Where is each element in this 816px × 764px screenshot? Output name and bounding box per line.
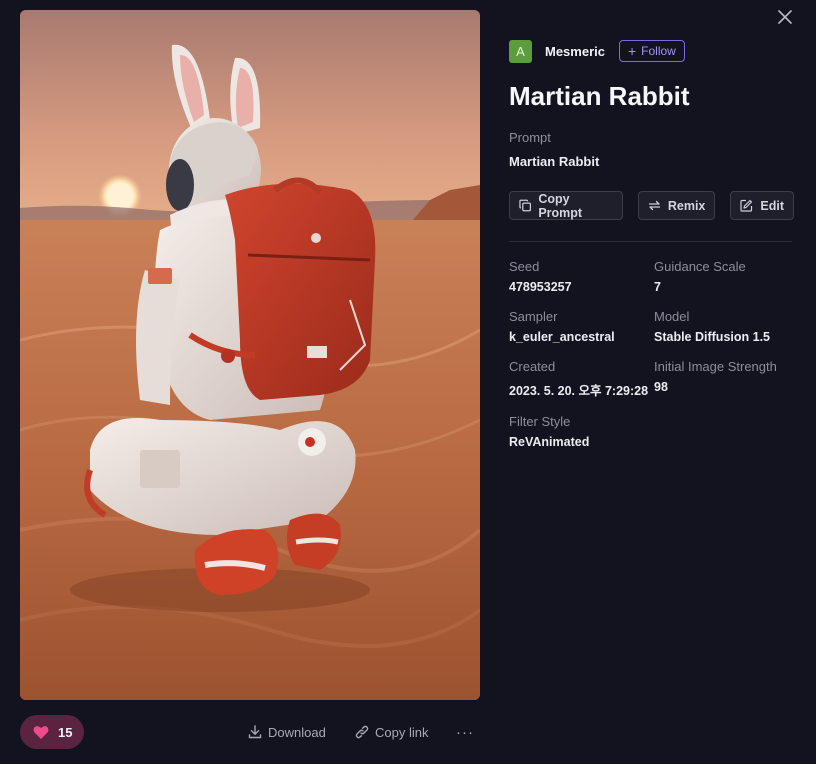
follow-button[interactable]: + Follow: [618, 40, 685, 62]
author-name[interactable]: Mesmeric: [545, 44, 605, 59]
image-detail-modal: 15 Download Copy link ··· A Mesmeric + F…: [0, 0, 816, 764]
plus-icon: +: [627, 43, 637, 59]
meta-label: Filter Style: [509, 414, 571, 429]
image-title: Martian Rabbit: [509, 81, 690, 111]
meta-label: Created: [509, 359, 556, 374]
meta-value: ReVAnimated: [509, 435, 590, 449]
follow-label: Follow: [641, 44, 676, 58]
meta-value: k_euler_ancestral: [509, 330, 615, 344]
close-button[interactable]: [774, 6, 796, 28]
meta-label: Guidance Scale: [654, 259, 746, 274]
rabbit-astronaut-image: [20, 10, 480, 700]
edit-label: Edit: [760, 198, 784, 213]
link-icon: [355, 725, 369, 739]
image-action-bar: 15 Download Copy link ···: [20, 715, 480, 749]
meta-created: Created 2023. 5. 20. 오후 7:29:28: [509, 359, 654, 399]
meta-filter-style: Filter Style ReVAnimated: [509, 414, 654, 449]
meta-value: 7: [654, 280, 661, 294]
prompt-label: Prompt: [509, 130, 551, 145]
meta-model: Model Stable Diffusion 1.5: [654, 309, 794, 344]
avatar[interactable]: A: [509, 39, 532, 63]
meta-value: 478953257: [509, 280, 572, 294]
generated-image[interactable]: [20, 10, 480, 700]
download-button[interactable]: Download: [248, 715, 326, 749]
image-details-panel: A Mesmeric + Follow Martian Rabbit Promp…: [509, 38, 794, 449]
prompt-value: Martian Rabbit: [509, 154, 600, 169]
prompt-actions: Copy Prompt Remix Edit: [509, 191, 794, 220]
meta-label: Initial Image Strength: [654, 359, 777, 374]
download-label: Download: [268, 724, 326, 740]
edit-icon: [740, 199, 753, 212]
meta-label: Model: [654, 309, 690, 324]
divider: [509, 241, 792, 242]
copy-icon: [519, 199, 532, 212]
remix-button[interactable]: Remix: [637, 191, 716, 220]
download-icon: [248, 725, 262, 739]
heart-icon: [33, 725, 49, 739]
meta-value: Stable Diffusion 1.5: [654, 330, 770, 344]
copy-prompt-label: Copy Prompt: [538, 191, 583, 220]
meta-label: Seed: [509, 259, 540, 274]
meta-value: 2023. 5. 20. 오후 7:29:28: [509, 384, 649, 398]
more-options-button[interactable]: ···: [456, 715, 474, 749]
generation-metadata: Seed 478953257 Guidance Scale 7 Sampler …: [509, 259, 794, 449]
copy-link-label: Copy link: [375, 724, 429, 740]
like-count: 15: [58, 724, 73, 740]
meta-value: 98: [654, 380, 668, 394]
remix-icon: [648, 200, 661, 211]
meta-seed: Seed 478953257: [509, 259, 654, 294]
edit-button[interactable]: Edit: [730, 191, 794, 220]
meta-sampler: Sampler k_euler_ancestral: [509, 309, 654, 344]
close-icon: [778, 10, 792, 24]
author-row: A Mesmeric + Follow: [509, 38, 794, 64]
meta-guidance-scale: Guidance Scale 7: [654, 259, 794, 294]
remix-label: Remix: [667, 198, 706, 213]
copy-link-button[interactable]: Copy link: [355, 715, 428, 749]
like-button[interactable]: 15: [20, 715, 85, 749]
meta-label: Sampler: [509, 309, 558, 324]
copy-prompt-button[interactable]: Copy Prompt: [509, 191, 623, 220]
meta-initial-image-strength: Initial Image Strength 98: [654, 359, 794, 399]
